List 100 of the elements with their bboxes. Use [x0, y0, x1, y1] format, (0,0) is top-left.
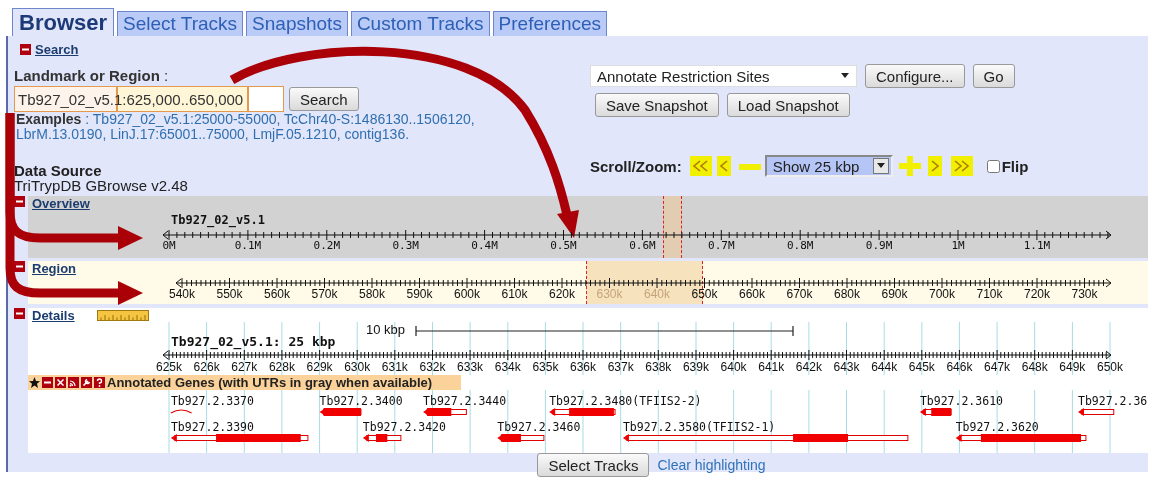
plugin-button[interactable]: Go — [972, 64, 1015, 88]
scale-label: 10 kbp — [366, 322, 406, 337]
tick-label: 643k — [833, 360, 860, 374]
tab[interactable]: Custom Tracks — [350, 11, 490, 36]
snapshot-button[interactable]: Save Snapshot — [595, 93, 719, 117]
caret-icon — [840, 73, 850, 79]
tick-label: 1.1M — [1023, 239, 1051, 252]
double-left-chevron-icon[interactable] — [689, 155, 712, 177]
section-link[interactable]: Overview — [32, 195, 90, 211]
tab[interactable]: Snapshots — [246, 11, 348, 36]
tick-label: 0.9M — [865, 239, 893, 252]
tick-label: 540k — [169, 287, 195, 301]
gene-label: Tb927.2.3400 — [319, 394, 403, 408]
clear-highlighting-link[interactable]: Clear highlighting — [657, 457, 766, 473]
tick-label: 638k — [645, 360, 672, 374]
help-icon[interactable] — [94, 377, 105, 388]
tab[interactable]: Select Tracks — [117, 11, 244, 36]
tick-label: 1M — [951, 239, 965, 252]
gene-glyph[interactable] — [955, 434, 1087, 442]
tick-label: 570k — [311, 287, 338, 301]
right-chevron-icon[interactable] — [927, 155, 942, 177]
gene-glyph[interactable] — [549, 408, 616, 416]
close-icon[interactable] — [55, 377, 66, 388]
tick-label: 0.8M — [786, 239, 814, 252]
gene-glyph[interactable] — [170, 409, 193, 414]
gene-label: Tb927.2.3390 — [170, 420, 254, 434]
tick-label: 0M — [162, 239, 176, 252]
gene-glyph[interactable] — [170, 434, 309, 442]
data-source-label: Data Source — [14, 163, 103, 178]
plugin-button[interactable]: Configure... — [865, 64, 965, 88]
gene-label: Tb927.2.3370 — [170, 394, 254, 408]
tick-label: 0.4M — [471, 239, 498, 252]
range-dropdown[interactable]: Show 25 kbp — [764, 155, 893, 177]
tick-label: 660k — [739, 287, 765, 301]
tab[interactable]: Browser — [12, 8, 115, 36]
select-tracks-button[interactable]: Select Tracks — [537, 453, 650, 477]
section-link[interactable]: Search — [35, 41, 79, 57]
gene-glyph[interactable] — [423, 408, 467, 416]
tick-label: 636k — [570, 360, 597, 374]
track-title: Annotated Genes (with UTRs in gray when available) — [107, 375, 433, 390]
left-chevron-icon[interactable] — [716, 155, 731, 177]
gene-glyph[interactable] — [1078, 408, 1115, 416]
tick-label: 626k — [193, 360, 220, 374]
tick-label: 710k — [976, 287, 1003, 301]
tick-label: 670k — [786, 287, 813, 301]
collapse-icon[interactable] — [20, 43, 31, 55]
tick-label: 630k — [596, 287, 623, 301]
tick-label: 649k — [1059, 360, 1086, 374]
gene-label: Tb927.2.3620 — [955, 420, 1039, 434]
tick-label: 635k — [532, 360, 559, 374]
snapshot-button[interactable]: Load Snapshot — [726, 93, 850, 117]
tick-label: 0.5M — [550, 239, 577, 252]
double-right-chevron-icon[interactable] — [950, 155, 973, 177]
details-heading: Tb927_02_v5.1: 25 kbp — [171, 334, 336, 349]
star-icon[interactable] — [29, 377, 40, 388]
gene-label: Tb927.2.3610 — [919, 394, 1003, 408]
ruler-icon[interactable] — [96, 309, 149, 321]
section-link[interactable]: Details — [32, 307, 75, 323]
tick-label: 620k — [549, 287, 575, 301]
tick-label: 580k — [359, 287, 385, 301]
search-button[interactable]: Search — [289, 87, 359, 111]
plugin-dropdown[interactable]: Annotate Restriction Sites — [590, 65, 857, 87]
scroll-zoom-label: Scroll/Zoom: — [590, 157, 682, 175]
collapse-icon[interactable] — [14, 196, 25, 207]
feed-icon[interactable] — [68, 377, 79, 388]
tick-label: 590k — [406, 287, 433, 301]
tick-label: 0.7M — [708, 239, 735, 252]
tick-label: 680k — [834, 287, 860, 301]
tick-label: 625k — [156, 360, 182, 374]
tick-label: 632k — [419, 360, 446, 374]
wrench-icon[interactable] — [81, 377, 92, 388]
tick-label: 610k — [501, 287, 528, 301]
gene-label: Tb927.2.3480(TFIIS2-2) — [549, 394, 702, 408]
tick-label: 600k — [454, 287, 480, 301]
tick-label: 645k — [908, 360, 935, 374]
collapse-icon[interactable] — [14, 308, 25, 319]
section-link[interactable]: Region — [32, 260, 77, 276]
collapse-icon[interactable] — [14, 261, 25, 272]
flip-checkbox[interactable] — [986, 159, 1000, 173]
gene-glyph[interactable] — [319, 408, 362, 416]
tick-label: 640k — [720, 360, 747, 374]
gene-glyph[interactable] — [497, 434, 545, 442]
gene-glyph[interactable] — [622, 434, 909, 442]
tick-label: 700k — [929, 287, 955, 301]
tab[interactable]: Preferences — [492, 11, 608, 36]
tick-label: 644k — [871, 360, 898, 374]
collapse-icon[interactable] — [42, 377, 53, 388]
examples-text: Examples : Tb927_02_v5.1:25000-55000, TcChr40-S:1486130..1506120, LbrM.13.0190, LinJ.17:65001..75000, LmjF.05.1210, contig136. — [16, 112, 476, 142]
tick-label: 642k — [795, 360, 822, 374]
tick-label: 641k — [758, 360, 785, 374]
tick-label: 640k — [644, 287, 670, 301]
highlight-band — [663, 196, 682, 258]
tick-label: 634k — [494, 360, 521, 374]
gene-label: Tb927.2.3420 — [362, 420, 446, 434]
gene-glyph[interactable] — [919, 408, 952, 416]
flip-label: Flip — [1001, 157, 1029, 175]
gene-glyph[interactable] — [362, 434, 402, 442]
caret-icon — [875, 163, 886, 169]
tick-label: 650k — [1097, 360, 1123, 374]
tick-label: 637k — [607, 360, 634, 374]
